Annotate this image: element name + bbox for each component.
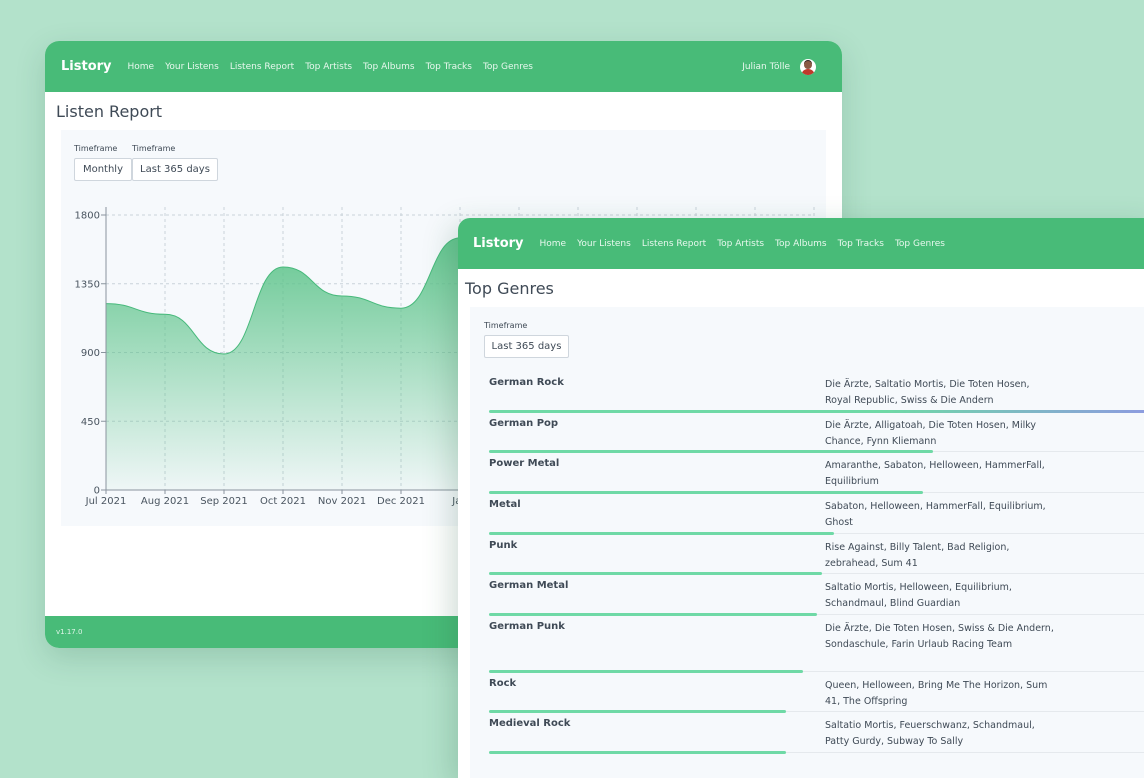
y-tick-label: 450 [81, 417, 100, 428]
nav-home[interactable]: Home [128, 62, 155, 72]
genre-name: Punk [489, 540, 517, 551]
nav-top-tracks[interactable]: Top Tracks [426, 62, 472, 72]
y-tick-label: 1800 [75, 211, 100, 222]
genre-row[interactable]: Punk Rise Against, Billy Talent, Bad Reli… [489, 538, 1144, 579]
genre-artists: Sabaton, Helloween, HammerFall, Equilibr… [825, 499, 1055, 531]
user-menu[interactable]: Julian Tölle [742, 41, 816, 92]
genre-artists: Amaranthe, Sabaton, Helloween, HammerFal… [825, 458, 1055, 490]
top-genres-window: Listory Home Your Listens Listens Report… [458, 218, 1144, 778]
nav-your-listens[interactable]: Your Listens [165, 62, 219, 72]
genre-name: German Rock [489, 377, 564, 388]
genre-row[interactable]: Power Metal Amaranthe, Sabaton, Helloween… [489, 456, 1144, 497]
page-title: Top Genres [465, 279, 554, 298]
genre-name: German Punk [489, 621, 565, 632]
y-tick-label: 0 [94, 486, 100, 497]
x-tick-label: Sep 2021 [200, 496, 247, 507]
genre-share-bar [489, 532, 834, 535]
genre-artists: Saltatio Mortis, Feuerschwanz, Schandmau… [825, 718, 1055, 750]
x-tick-label: Oct 2021 [260, 496, 306, 507]
navbar: Listory Home Your Listens Listens Report… [458, 218, 1144, 269]
range-select[interactable]: Last 365 days [484, 335, 569, 358]
genre-share-bar [489, 710, 786, 713]
nav-top-artists[interactable]: Top Artists [305, 62, 352, 72]
genre-row[interactable]: Rock Queen, Helloween, Bring Me The Horiz… [489, 676, 1144, 717]
avatar-head [804, 61, 812, 69]
genre-name: Rock [489, 678, 516, 689]
genre-share-bar [489, 572, 822, 575]
genre-row[interactable]: Metal Sabaton, Helloween, HammerFall, Equ… [489, 497, 1144, 538]
brand-logo[interactable]: Listory [473, 236, 524, 251]
nav-top-albums[interactable]: Top Albums [775, 239, 827, 249]
nav-links: Home Your Listens Listens Report Top Art… [540, 239, 956, 249]
nav-listens-report[interactable]: Listens Report [230, 62, 294, 72]
navbar: Listory Home Your Listens Listens Report… [45, 41, 842, 92]
genre-share-bar [489, 751, 786, 754]
genre-share-bar [489, 613, 817, 616]
x-tick-label: Jul 2021 [85, 496, 127, 507]
brand-logo[interactable]: Listory [61, 59, 112, 74]
avatar-body [801, 69, 815, 75]
genre-name: Medieval Rock [489, 718, 570, 729]
genre-row[interactable]: German Metal Saltatio Mortis, Helloween, … [489, 578, 1144, 619]
genre-artists: Die Ärzte, Die Toten Hosen, Swiss & Die … [825, 621, 1055, 653]
y-tick-label: 900 [81, 348, 100, 359]
genre-artists: Rise Against, Billy Talent, Bad Religion… [825, 540, 1055, 572]
genre-name: Metal [489, 499, 521, 510]
x-tick-label: Aug 2021 [141, 496, 189, 507]
nav-home[interactable]: Home [540, 239, 567, 249]
y-tick-label: 1350 [75, 279, 100, 290]
nav-top-tracks[interactable]: Top Tracks [838, 239, 884, 249]
nav-top-albums[interactable]: Top Albums [363, 62, 415, 72]
version-label: v1.17.0 [56, 628, 82, 636]
user-avatar-icon[interactable] [800, 59, 816, 75]
nav-top-genres[interactable]: Top Genres [895, 239, 945, 249]
nav-top-genres[interactable]: Top Genres [483, 62, 533, 72]
range-label: Timeframe [484, 321, 527, 330]
genre-row[interactable]: German Punk Die Ärzte, Die Toten Hosen, S… [489, 619, 1144, 676]
x-tick-label: Dec 2021 [377, 496, 425, 507]
genre-artists: Queen, Helloween, Bring Me The Horizon, … [825, 678, 1055, 710]
genre-row[interactable]: Medieval Rock Saltatio Mortis, Feuerschwa… [489, 716, 1144, 757]
genre-name: German Pop [489, 418, 558, 429]
page-title: Listen Report [56, 102, 162, 121]
genre-name: German Metal [489, 580, 568, 591]
genre-share-bar [489, 410, 1144, 413]
genre-share-bar [489, 491, 923, 494]
genre-artists: Die Ärzte, Alligatoah, Die Toten Hosen, … [825, 418, 1055, 450]
genre-artists: Saltatio Mortis, Helloween, Equilibrium,… [825, 580, 1055, 612]
x-tick-label: Nov 2021 [318, 496, 366, 507]
nav-links: Home Your Listens Listens Report Top Art… [128, 62, 544, 72]
genre-share-bar [489, 670, 803, 673]
genre-artists: Die Ärzte, Saltatio Mortis, Die Toten Ho… [825, 377, 1055, 409]
genre-row[interactable]: German Rock Die Ärzte, Saltatio Mortis, D… [489, 375, 1144, 416]
nav-top-artists[interactable]: Top Artists [717, 239, 764, 249]
genre-share-bar [489, 450, 933, 453]
user-name[interactable]: Julian Tölle [742, 62, 790, 72]
nav-your-listens[interactable]: Your Listens [577, 239, 631, 249]
genre-list: German Rock Die Ärzte, Saltatio Mortis, D… [489, 375, 1144, 757]
genre-row[interactable]: German Pop Die Ärzte, Alligatoah, Die Tot… [489, 416, 1144, 457]
nav-listens-report[interactable]: Listens Report [642, 239, 706, 249]
series-area [106, 238, 460, 490]
genre-name: Power Metal [489, 458, 559, 469]
